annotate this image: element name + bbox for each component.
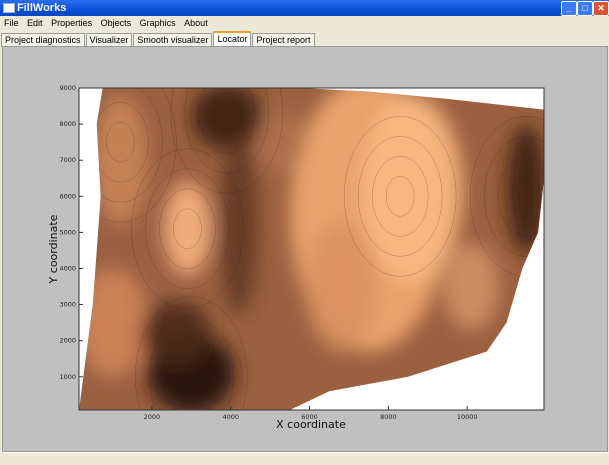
y-tick-label: 1000: [59, 373, 76, 381]
x-tick-label: 10000: [457, 413, 478, 421]
x-tick-label: 8000: [380, 413, 397, 421]
y-tick-label: 2000: [59, 337, 76, 345]
y-tick-label: 7000: [59, 156, 76, 164]
y-tick-label: 5000: [59, 228, 76, 236]
contour-chart: 2000 4000 6000 8000 10000 1000 2000 3000 4000 50…: [47, 84, 545, 431]
contour-region-11: [258, 109, 306, 175]
x-tick-label: 4000: [222, 413, 239, 421]
contour-region-1: [360, 95, 464, 283]
status-bar: [0, 452, 609, 465]
contour-region-3: [92, 95, 148, 226]
contour-region-7: [140, 300, 212, 366]
y-tick-label: 8000: [59, 120, 76, 128]
y-tick-label: 9000: [59, 84, 76, 92]
y-tick-label: 4000: [59, 264, 76, 272]
y-tick-label: 3000: [59, 301, 76, 309]
contour-region-12: [443, 243, 499, 330]
y-axis-label: Y coordinate: [47, 214, 60, 284]
x-tick-label: 2000: [144, 413, 161, 421]
y-tick-label: 6000: [59, 192, 76, 200]
contour-region-2: [163, 181, 212, 276]
x-axis-label: X coordinate: [276, 418, 346, 431]
contour-region-5: [305, 221, 377, 352]
